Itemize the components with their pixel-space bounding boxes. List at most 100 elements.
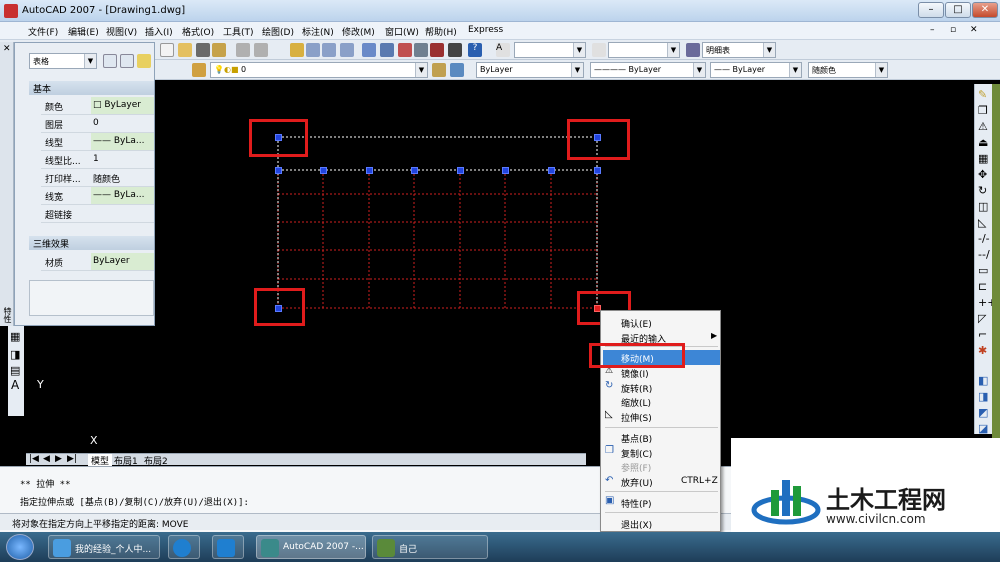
task-item-autocad[interactable]: AutoCAD 2007 -...	[256, 535, 366, 559]
grip-column[interactable]	[457, 167, 464, 174]
menu-item-scale[interactable]: 缩放(L)	[621, 396, 651, 409]
grip-column[interactable]	[411, 167, 418, 174]
erase-icon[interactable]: ✎	[978, 88, 987, 101]
pen-icon[interactable]	[196, 43, 210, 57]
menu-window[interactable]: 窗口(W)	[385, 25, 419, 38]
select-objects-icon[interactable]	[120, 54, 134, 68]
toggle-pickadd-icon[interactable]	[103, 54, 117, 68]
sheet-set-icon[interactable]	[414, 43, 428, 57]
help-icon[interactable]: ?	[468, 43, 482, 57]
grip-column[interactable]	[594, 167, 601, 174]
above-object-icon[interactable]: ◪	[978, 422, 988, 435]
array-icon[interactable]: ▦	[978, 152, 988, 165]
extend-icon[interactable]: --/	[978, 248, 990, 261]
task-item[interactable]	[168, 535, 200, 559]
task-item[interactable]: 自己	[372, 535, 488, 559]
fillet-icon[interactable]: ⌐	[978, 328, 987, 341]
table-tool-icon[interactable]: ▦	[10, 330, 20, 343]
copy-icon[interactable]: ❐	[978, 104, 988, 117]
menu-item-rotate[interactable]: 旋转(R)	[621, 382, 652, 395]
prop-row[interactable]: 材质 ByLayer	[41, 253, 154, 271]
doc-restore-button[interactable]: ▫	[950, 25, 956, 35]
join-icon[interactable]: ⊏	[978, 280, 987, 293]
text-style-icon[interactable]: A	[496, 43, 510, 57]
zoom-window-icon[interactable]	[322, 43, 336, 57]
scale-icon[interactable]: ◫	[978, 200, 988, 213]
dim-style-select[interactable]: ▼	[608, 42, 680, 58]
layer-manager-icon[interactable]	[192, 63, 206, 77]
menu-draw[interactable]: 绘图(D)	[262, 25, 294, 38]
text-style-select[interactable]: ▼	[514, 42, 586, 58]
move-icon[interactable]: ✥	[978, 168, 987, 181]
quick-select-icon[interactable]	[137, 54, 151, 68]
close-button[interactable]: ✕	[972, 2, 998, 18]
mtext-icon[interactable]: A	[11, 378, 19, 392]
menu-tools[interactable]: 工具(T)	[223, 25, 254, 38]
new-icon[interactable]	[160, 43, 174, 57]
open-icon[interactable]	[178, 43, 192, 57]
trim-icon[interactable]: -/-	[978, 232, 990, 245]
make-object-layer-current-icon[interactable]	[432, 63, 446, 77]
grip-column[interactable]	[320, 167, 327, 174]
properties-icon[interactable]	[362, 43, 376, 57]
prop-row[interactable]: 打印样... 随颜色	[41, 169, 154, 187]
maximize-button[interactable]: □	[945, 2, 971, 18]
zoom-realtime-icon[interactable]	[306, 43, 320, 57]
grid-tool-icon[interactable]: ▤	[10, 364, 20, 377]
layer-select[interactable]: 💡◐■ 0 ▼	[210, 62, 428, 78]
menu-format[interactable]: 格式(O)	[182, 25, 214, 38]
calculator-icon[interactable]	[448, 43, 462, 57]
menu-item-mirror[interactable]: 镜像(I)	[621, 367, 649, 380]
chamfer-icon[interactable]: ◸	[978, 312, 986, 325]
tab-nav-prev[interactable]: ◀	[43, 454, 50, 464]
menu-help[interactable]: 帮助(H)	[425, 25, 457, 38]
stretch-icon[interactable]: ◺	[978, 216, 986, 229]
prop-row[interactable]: 线型比... 1	[41, 151, 154, 169]
menu-file[interactable]: 文件(F)	[28, 25, 58, 38]
lineweight-select[interactable]: —— ByLayer ▼	[710, 62, 802, 78]
design-center-icon[interactable]	[380, 43, 394, 57]
send-back-icon[interactable]: ◩	[978, 406, 988, 419]
table-style-select[interactable]: 明细表 ▼	[702, 42, 776, 58]
rotate-icon[interactable]: ↻	[978, 184, 987, 197]
brush-icon[interactable]	[212, 43, 226, 57]
tab-nav-first[interactable]: |◀	[29, 454, 39, 464]
task-item[interactable]: 我的经验_个人中...	[48, 535, 160, 559]
menu-item-exit[interactable]: 退出(X)	[621, 518, 652, 531]
block-tool-icon[interactable]: ◨	[10, 348, 20, 361]
explode-icon[interactable]: ✱	[978, 344, 987, 357]
doc-close-button[interactable]: ✕	[970, 25, 978, 35]
prop-row[interactable]: 线型 —— ByLa...	[41, 133, 154, 151]
undo-icon[interactable]	[236, 43, 250, 57]
menu-item-properties[interactable]: 特性(P)	[621, 497, 651, 510]
prop-row[interactable]: 颜色 □ ByLayer	[41, 97, 154, 115]
linetype-select[interactable]: ———— ByLayer ▼	[590, 62, 706, 78]
properties-palette-titlebar[interactable]: ✕ 特性	[0, 42, 14, 326]
start-button[interactable]	[6, 534, 34, 560]
tab-nav-next[interactable]: ▶	[55, 454, 62, 464]
layer-previous-icon[interactable]	[450, 63, 464, 77]
break-icon[interactable]: ▭	[978, 264, 988, 277]
plotstyle-select[interactable]: 随颜色 ▼	[808, 62, 888, 78]
offset-icon[interactable]: ⏏	[978, 136, 988, 149]
menu-express[interactable]: Express	[468, 25, 503, 35]
menu-modify[interactable]: 修改(M)	[342, 25, 375, 38]
prop-row[interactable]: 图层 0	[41, 115, 154, 133]
table-style-icon[interactable]	[686, 43, 700, 57]
markup-icon[interactable]	[430, 43, 444, 57]
grip-column[interactable]	[502, 167, 509, 174]
bring-front-icon[interactable]: ◨	[978, 390, 988, 403]
menu-item-undo[interactable]: 放弃(U)	[621, 476, 653, 489]
section-3d[interactable]: 三维效果	[29, 236, 154, 250]
section-basic[interactable]: 基本	[29, 81, 154, 95]
redo-icon[interactable]	[254, 43, 268, 57]
tab-nav-last[interactable]: ▶|	[67, 454, 77, 464]
menu-edit[interactable]: 编辑(E)	[68, 25, 99, 38]
tool-palettes-icon[interactable]	[398, 43, 412, 57]
zoom-previous-icon[interactable]	[340, 43, 354, 57]
grip-column[interactable]	[366, 167, 373, 174]
draw-order-icon[interactable]: ◧	[978, 374, 988, 387]
prop-row[interactable]: 超链接	[41, 205, 154, 223]
grip-column[interactable]	[275, 167, 282, 174]
mirror-icon[interactable]: ⚠	[978, 120, 988, 133]
